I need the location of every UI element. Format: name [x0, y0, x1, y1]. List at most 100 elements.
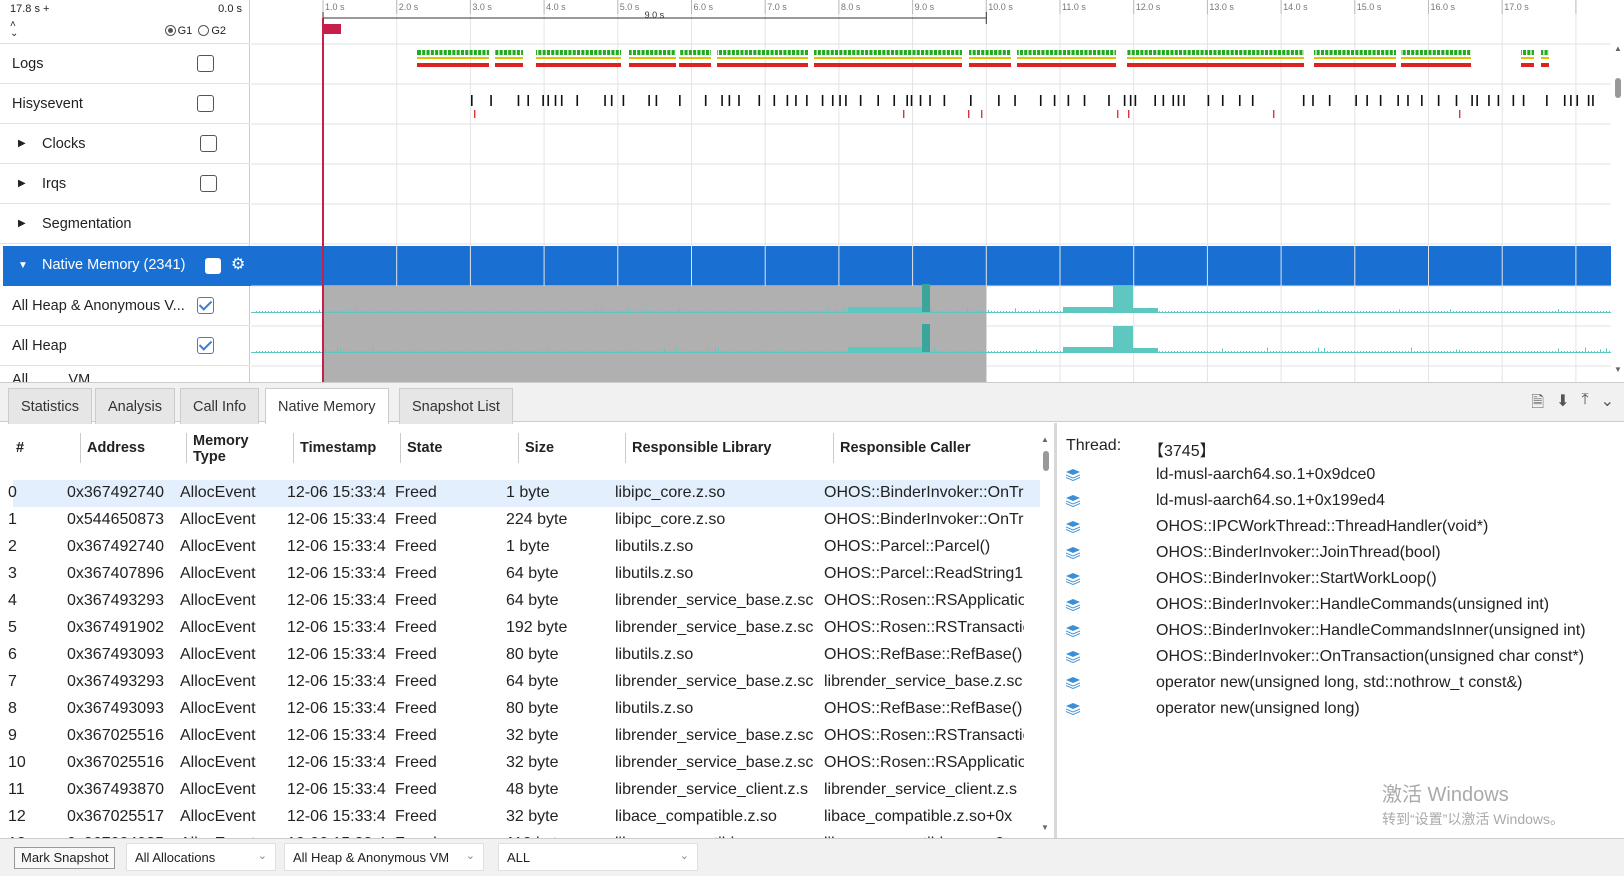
heap-sample — [1294, 351, 1295, 352]
heap-sample — [367, 351, 368, 352]
collapse-triangle-icon[interactable]: ▼ — [18, 260, 28, 271]
col-size[interactable]: Size — [518, 433, 625, 463]
cell-address: 0x367493293 — [67, 673, 164, 690]
heap-anon-sample — [439, 311, 440, 312]
heap-sample — [1369, 351, 1370, 352]
track-row-irqs[interactable]: ▶ Irqs — [0, 164, 250, 204]
col-library[interactable]: Responsible Library — [625, 433, 833, 463]
radio-g2[interactable]: G2 — [198, 25, 226, 37]
layers-icon — [1066, 547, 1080, 559]
download-icon[interactable]: ⬇ — [1556, 391, 1569, 418]
col-address[interactable]: Address — [80, 433, 186, 463]
tab-native-memory[interactable]: Native Memory — [265, 388, 389, 424]
scroll-up-icon[interactable]: ▲ — [1614, 44, 1622, 53]
expand-triangle-icon[interactable]: ▶ — [18, 178, 26, 189]
track-row-segmentation[interactable]: ▶ Segmentation — [0, 204, 250, 244]
table-row[interactable]: 7 0x367493293 AllocEvent 12-06 15:33:4 Freed… — [8, 669, 1040, 696]
scrollbar-thumb[interactable] — [1615, 78, 1621, 98]
heap-sample — [277, 351, 278, 352]
table-row[interactable]: 5 0x367491902 AllocEvent 12-06 15:33:4 Freed… — [8, 615, 1040, 642]
heap-sample — [520, 351, 521, 352]
table-row[interactable]: 1 0x544650873 AllocEvent 12-06 15:33:4 Freed… — [8, 507, 1040, 534]
irqs-checkbox[interactable] — [200, 175, 217, 192]
scroll-up-icon[interactable]: ▲ — [1041, 435, 1049, 444]
col-state[interactable]: State — [400, 433, 518, 463]
table-row[interactable]: 12 0x367025517 AllocEvent 12-06 15:33:4 Free… — [8, 804, 1040, 831]
track-row-logs[interactable]: Logs — [0, 44, 250, 84]
table-row[interactable]: 9 0x367025516 AllocEvent 12-06 15:33:4 Freed… — [8, 723, 1040, 750]
track-row-all-heap-anon[interactable]: All Heap & Anonymous V... — [0, 286, 250, 326]
timeline-scrollbar[interactable]: ▲ ▼ — [1613, 44, 1624, 382]
track-row-hisysevent[interactable]: Hisysevent — [0, 84, 250, 124]
track-row-partial[interactable]: All ........ VM — [0, 366, 250, 382]
col-timestamp[interactable]: Timestamp — [293, 433, 400, 463]
tab-statistics[interactable]: Statistics — [8, 388, 93, 424]
track-label: All Heap — [12, 337, 67, 354]
table-row[interactable]: 8 0x367493093 AllocEvent 12-06 15:33:4 Freed… — [8, 696, 1040, 723]
expand-triangle-icon[interactable]: ▶ — [18, 138, 26, 149]
radio-g1[interactable]: G1 — [164, 25, 192, 37]
table-row[interactable]: 10 0x367025516 AllocEvent 12-06 15:33:4 Free… — [8, 750, 1040, 777]
gear-icon[interactable]: ⚙ — [231, 254, 245, 274]
col-caller[interactable]: Responsible Caller — [833, 433, 1033, 463]
heap-anon-sample — [1201, 311, 1202, 312]
heap-anon-sample — [496, 311, 497, 312]
heap-sample — [847, 351, 848, 352]
tab-analysis[interactable]: Analysis — [95, 388, 175, 424]
log-gap — [494, 50, 496, 55]
panel-splitter[interactable] — [1054, 423, 1057, 838]
table-row[interactable]: 6 0x367493093 AllocEvent 12-06 15:33:4 Freed… — [8, 642, 1040, 669]
heap-sample — [694, 351, 695, 352]
col-index[interactable]: # — [10, 433, 80, 463]
chevron-down-icon[interactable]: ⌄ — [1601, 391, 1614, 418]
heap-anon-sample — [400, 311, 401, 312]
table-row[interactable]: 13 0x367024985AllocEvent12-06 15:33:4Free… — [8, 831, 1040, 838]
cell-caller: libace_compatible.z.so+0x — [824, 831, 1024, 838]
native-memory-checkbox[interactable] — [205, 258, 221, 274]
expand-triangle-icon[interactable]: ▶ — [18, 218, 26, 229]
tab-snapshot-list[interactable]: Snapshot List — [399, 388, 513, 424]
heap-sample — [265, 351, 266, 352]
scroll-down-icon[interactable]: ▼ — [1614, 365, 1622, 374]
heap-anon-sample — [1537, 311, 1538, 312]
table-row[interactable]: 11 0x367493870 AllocEvent 12-06 15:33:4 Free… — [8, 777, 1040, 804]
table-row[interactable]: 2 0x367492740 AllocEvent 12-06 15:33:4 Freed… — [8, 534, 1040, 561]
scroll-down-icon[interactable]: ▼ — [1041, 823, 1049, 832]
log-gap — [1186, 50, 1188, 55]
heap-anon-sample — [1399, 309, 1400, 312]
table-scrollbar[interactable]: ▲ ▼ — [1040, 423, 1052, 838]
log-gap — [455, 50, 457, 55]
heap-anon-sample — [1516, 311, 1517, 312]
hisysevent-checkbox[interactable] — [197, 95, 214, 112]
memory-type-filter-select[interactable]: All Heap & Anonymous VM ⌄ — [284, 843, 484, 871]
table-row[interactable]: 3 0x367407896 AllocEvent 12-06 15:33:4 Freed… — [8, 561, 1040, 588]
scrollbar-thumb[interactable] — [1043, 451, 1049, 471]
collapse-chevron-icon[interactable]: ˄ ⌄ — [10, 20, 18, 39]
heap-sample — [1264, 351, 1265, 352]
all-heap-checkbox[interactable] — [197, 337, 214, 354]
heap-sample — [1333, 351, 1334, 352]
track-row-clocks[interactable]: ▶ Clocks — [0, 124, 250, 164]
heap-anon-sample — [538, 311, 539, 312]
log-bar-warn — [814, 57, 962, 59]
library-filter-select[interactable]: ALL ⌄ — [498, 843, 698, 871]
tab-call-info[interactable]: Call Info — [180, 388, 260, 424]
logs-checkbox[interactable] — [197, 55, 214, 72]
table-row[interactable]: 0 0x367492740 AllocEvent 12-06 15:33:4 Freed… — [8, 480, 1040, 507]
timeline-tracks[interactable]: 1.0 s 2.0 s 3.0 s 4.0 s 5.0 s 6.0 s 7.0 s 8.0 s… — [251, 0, 1611, 382]
heap-sample — [319, 351, 320, 352]
heap-sample — [1399, 351, 1400, 352]
pin-top-icon[interactable]: ⤒ — [1582, 391, 1589, 418]
heap-anon-sample — [757, 311, 758, 312]
all-heap-anon-checkbox[interactable] — [197, 297, 214, 314]
mark-snapshot-button[interactable]: Mark Snapshot — [14, 847, 116, 869]
heap-anon-sample — [415, 311, 416, 312]
clocks-checkbox[interactable] — [200, 135, 217, 152]
allocation-filter-select[interactable]: All Allocations ⌄ — [126, 843, 276, 871]
track-row-all-heap[interactable]: All Heap — [0, 326, 250, 366]
col-memory-type[interactable]: Memory Type — [186, 433, 293, 465]
table-row[interactable]: 4 0x367493293 AllocEvent 12-06 15:33:4 Freed… — [8, 588, 1040, 615]
export-file-icon[interactable]: 🗎 — [1531, 391, 1544, 418]
heap-sample — [1024, 351, 1025, 352]
log-gap — [962, 50, 964, 55]
